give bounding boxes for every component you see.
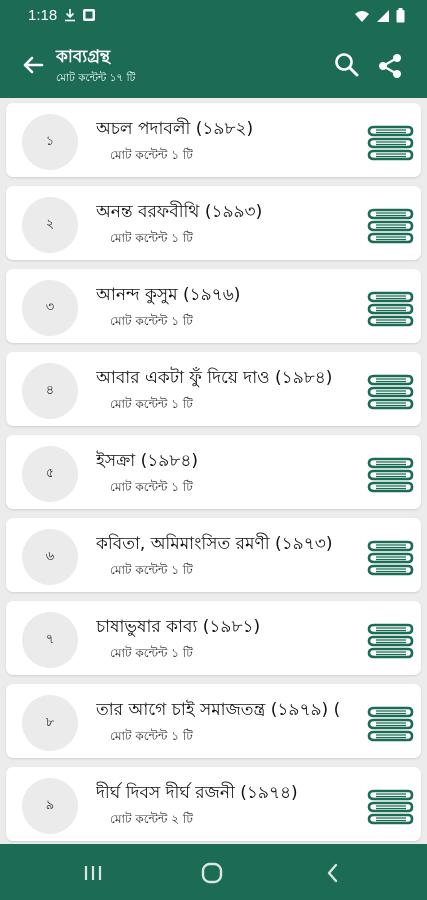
search-icon[interactable]: [332, 50, 362, 80]
item-title: ইসক্রা (১৯৮৪): [96, 451, 199, 471]
wifi-icon: [355, 10, 369, 22]
books-stack-icon: [367, 208, 414, 244]
battery-icon: [396, 8, 405, 23]
item-number: ৯: [22, 778, 78, 834]
list-item[interactable]: ৪ আবার একটা ফুঁ দিয়ে দাও (১৯৮৪) মোট কন্…: [6, 352, 421, 426]
back-arrow-icon[interactable]: [18, 50, 48, 80]
status-notification-icons: [64, 8, 96, 22]
books-stack-icon: [367, 125, 414, 161]
signal-icon: [377, 9, 389, 22]
list-item[interactable]: ২ অনন্ত বরফবীথি (১৯৯৩) মোট কন্টেন্ট ১ টি: [6, 186, 421, 260]
page-subtitle: মোট কন্টেন্ট ১৭ টি: [56, 72, 136, 84]
item-title: চাষাভুষার কাব্য (১৯৮১): [96, 617, 261, 637]
status-system-icons: [354, 8, 405, 23]
books-stack-icon: [367, 374, 414, 410]
item-number: ৭: [22, 612, 78, 668]
page-title: কাব্যগ্রন্থ: [56, 47, 110, 67]
item-title: আনন্দ কুসুম (১৯৭৬): [96, 285, 241, 305]
books-stack-icon: [367, 706, 414, 742]
item-content-count: মোট কন্টেন্ট ১ টি: [110, 148, 193, 162]
books-stack-icon: [367, 789, 414, 825]
item-number: ৪: [22, 363, 78, 419]
home-icon[interactable]: [197, 858, 227, 888]
list-item[interactable]: ৩ আনন্দ কুসুম (১৯৭৬) মোট কন্টেন্ট ১ টি: [6, 269, 421, 343]
status-time: 1:18: [28, 7, 58, 24]
item-number: ৩: [22, 280, 78, 336]
books-stack-icon: [367, 291, 414, 327]
item-number: ৬: [22, 529, 78, 585]
item-content-count: মোট কন্টেন্ট ১ টি: [110, 563, 193, 577]
books-stack-icon: [367, 623, 414, 659]
list-item[interactable]: ৮ তার আগে চাই সমাজতন্ত্র (১৯৭৯) ( মোট কন…: [6, 684, 421, 758]
app-bar: কাব্যগ্রন্থ মোট কন্টেন্ট ১৭ টি: [0, 32, 427, 98]
list-item[interactable]: ৬ কবিতা, অমিমাংসিত রমণী (১৯৭৩) মোট কন্টে…: [6, 518, 421, 592]
status-bar: 1:18: [0, 0, 427, 32]
item-content-count: মোট কন্টেন্ট ১ টি: [110, 729, 193, 743]
item-number: ২: [22, 197, 78, 253]
item-number: ৫: [22, 446, 78, 502]
item-content-count: মোট কন্টেন্ট ২ টি: [110, 812, 193, 826]
recent-apps-icon[interactable]: [78, 858, 108, 888]
item-title: অনন্ত বরফবীথি (১৯৯৩): [96, 202, 263, 222]
app-notification-icon: [83, 9, 95, 21]
item-content-count: মোট কন্টেন্ট ১ টি: [110, 646, 193, 660]
item-title: দীর্ঘ দিবস দীর্ঘ রজনী (১৯৭৪): [96, 783, 298, 803]
list-item[interactable]: ৭ চাষাভুষার কাব্য (১৯৮১) মোট কন্টেন্ট ১ …: [6, 601, 421, 675]
books-stack-icon: [367, 540, 414, 576]
download-icon: [65, 9, 75, 22]
book-list: ১ অচল পদাবলী (১৯৮২) মোট কন্টেন্ট ১ টি ২ …: [0, 98, 427, 844]
item-title: অচল পদাবলী (১৯৮২): [96, 119, 254, 139]
item-content-count: মোট কন্টেন্ট ১ টি: [110, 231, 193, 245]
books-stack-icon: [367, 457, 414, 493]
item-content-count: মোট কন্টেন্ট ১ টি: [110, 314, 193, 328]
item-number: ৮: [22, 695, 78, 751]
item-title: কবিতা, অমিমাংসিত রমণী (১৯৭৩): [96, 534, 333, 554]
list-item[interactable]: ৯ দীর্ঘ দিবস দীর্ঘ রজনী (১৯৭৪) মোট কন্টে…: [6, 767, 421, 841]
list-item[interactable]: ১ অচল পদাবলী (১৯৮২) মোট কন্টেন্ট ১ টি: [6, 103, 421, 177]
back-nav-icon[interactable]: [318, 858, 348, 888]
system-nav-bar: [0, 844, 427, 900]
item-title: আবার একটা ফুঁ দিয়ে দাও (১৯৮৪): [96, 368, 333, 388]
item-number: ১: [22, 114, 78, 170]
item-content-count: মোট কন্টেন্ট ১ টি: [110, 397, 193, 411]
share-icon[interactable]: [374, 50, 406, 82]
item-title: তার আগে চাই সমাজতন্ত্র (১৯৭৯) (: [96, 700, 341, 720]
list-item[interactable]: ৫ ইসক্রা (১৯৮৪) মোট কন্টেন্ট ১ টি: [6, 435, 421, 509]
item-content-count: মোট কন্টেন্ট ১ টি: [110, 480, 193, 494]
